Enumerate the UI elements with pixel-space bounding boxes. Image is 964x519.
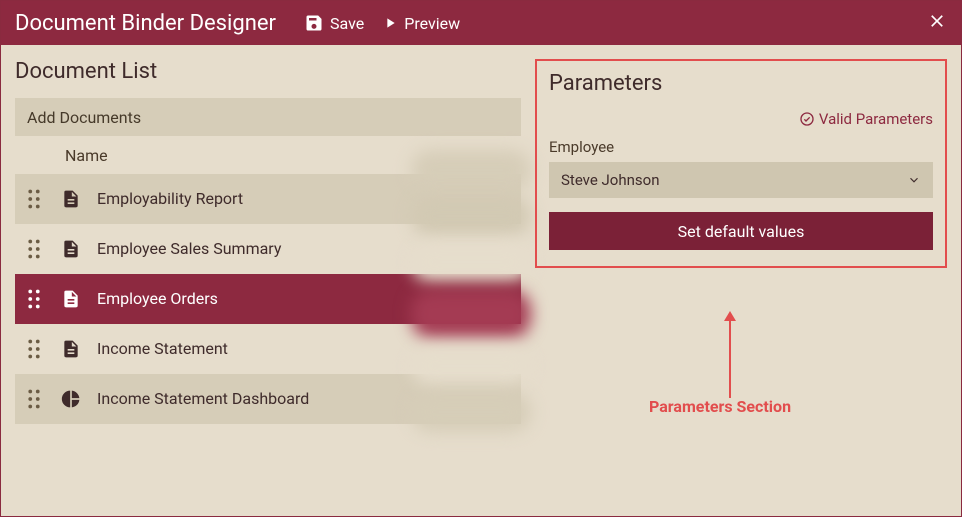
drag-handle-icon[interactable]	[27, 189, 41, 209]
main-body: Document List Add Documents Name Employa…	[1, 45, 961, 516]
list-item-label: Income Statement Dashboard	[97, 389, 309, 408]
drag-handle-icon[interactable]	[27, 339, 41, 359]
close-button[interactable]	[927, 11, 947, 35]
set-default-values-button[interactable]: Set default values	[549, 212, 933, 250]
drag-handle-icon[interactable]	[27, 389, 41, 409]
save-icon	[304, 13, 324, 33]
document-icon	[61, 188, 81, 210]
title-bar: Document Binder Designer Save Preview	[1, 1, 961, 45]
parameters-section: Parameters Valid Parameters Employee Ste…	[535, 59, 947, 268]
list-item[interactable]: Income Statement Dashboard	[15, 374, 521, 424]
app-window: Document Binder Designer Save Preview Do…	[0, 0, 962, 517]
annotation-label: Parameters Section	[649, 397, 791, 416]
save-label: Save	[330, 14, 364, 33]
document-list-heading: Document List	[15, 59, 521, 84]
preview-button[interactable]: Preview	[382, 14, 460, 33]
check-circle-icon	[799, 111, 815, 127]
set-default-values-label: Set default values	[678, 222, 805, 241]
preview-label: Preview	[404, 14, 460, 33]
parameters-panel: Parameters Valid Parameters Employee Ste…	[531, 45, 961, 516]
list-item-label: Income Statement	[97, 339, 228, 358]
list-item-label: Employee Sales Summary	[97, 239, 281, 258]
drag-handle-icon[interactable]	[27, 239, 41, 259]
employee-select[interactable]: Steve Johnson	[549, 162, 933, 198]
annotation-arrow	[729, 320, 731, 398]
list-item[interactable]: Income Statement	[15, 324, 521, 374]
close-icon	[927, 11, 947, 31]
add-documents-button[interactable]: Add Documents	[15, 98, 521, 136]
column-header-name: Name	[15, 136, 521, 174]
add-documents-label: Add Documents	[27, 108, 141, 127]
app-title: Document Binder Designer	[15, 11, 276, 36]
save-button[interactable]: Save	[304, 13, 364, 33]
document-icon	[61, 338, 81, 360]
valid-parameters-status: Valid Parameters	[549, 110, 933, 128]
list-item[interactable]: Employability Report	[15, 174, 521, 224]
list-item[interactable]: Employee Sales Summary	[15, 224, 521, 274]
pie-chart-icon	[61, 388, 81, 410]
document-icon	[61, 238, 81, 260]
parameters-heading: Parameters	[549, 71, 933, 96]
list-item-selected[interactable]: Employee Orders	[15, 274, 521, 324]
play-icon	[382, 14, 398, 32]
document-icon	[61, 288, 81, 310]
document-list-panel: Document List Add Documents Name Employa…	[1, 45, 531, 516]
list-item-label: Employability Report	[97, 189, 243, 208]
employee-select-value: Steve Johnson	[561, 171, 659, 189]
valid-parameters-label: Valid Parameters	[819, 110, 933, 128]
list-item-label: Employee Orders	[97, 289, 218, 308]
employee-field-label: Employee	[549, 138, 933, 156]
drag-handle-icon[interactable]	[27, 289, 41, 309]
chevron-down-icon	[907, 173, 921, 187]
